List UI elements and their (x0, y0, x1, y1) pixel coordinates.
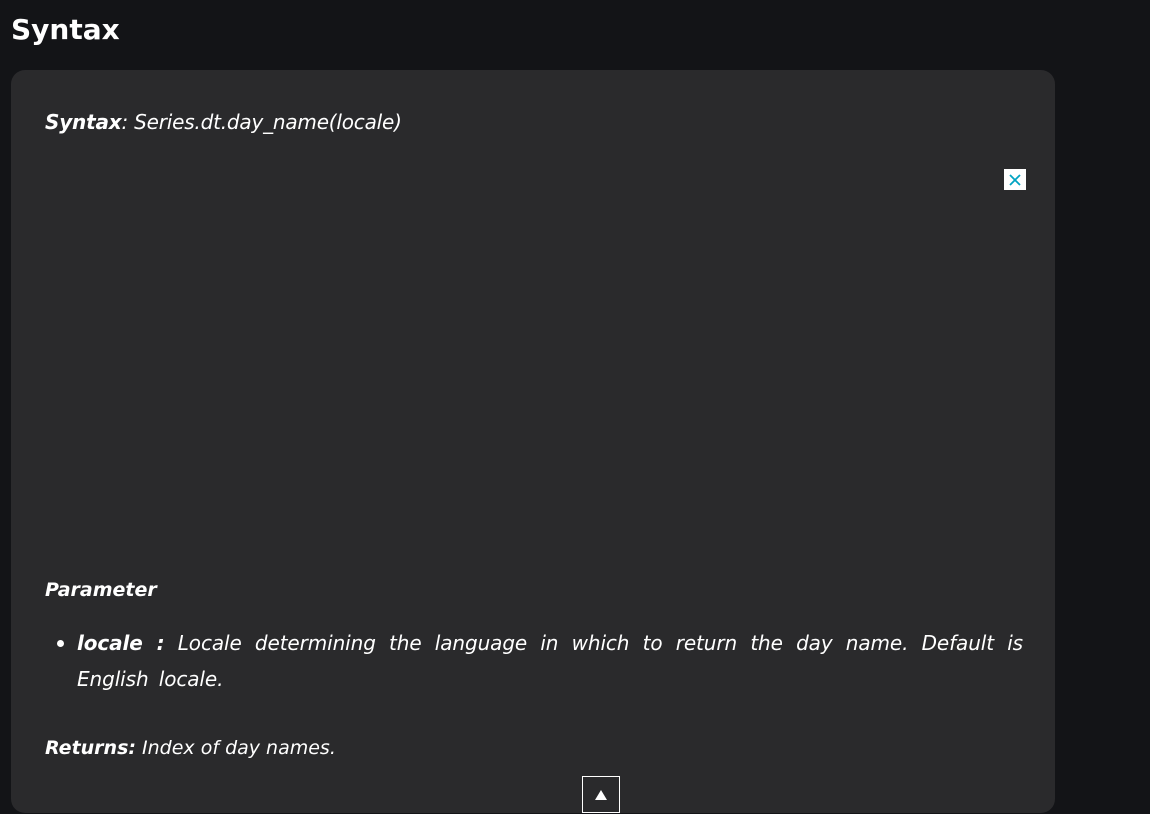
parameter-list: locale : Locale determining the language… (45, 625, 1023, 697)
returns-line: Returns: Index of day names. (45, 734, 336, 762)
returns-label: Returns: (45, 737, 136, 759)
bullet-icon (57, 640, 64, 647)
parameter-description: Locale determining the language in which… (77, 631, 1023, 691)
parameter-heading: Parameter (45, 579, 157, 601)
triangle-up-icon (595, 789, 607, 800)
ad-close-button[interactable] (1004, 169, 1026, 190)
scroll-to-top-button[interactable] (582, 776, 620, 813)
ad-slot (45, 160, 1021, 560)
parameter-name: locale : (77, 631, 165, 655)
syntax-label: Syntax (45, 110, 122, 134)
returns-value: Index of day names. (142, 737, 336, 759)
syntax-value: : Series.dt.day_name(locale) (121, 110, 402, 134)
page-heading: Syntax (11, 13, 120, 46)
close-x-icon (1009, 173, 1021, 186)
content-card: Syntax: Series.dt.day_name(locale) Param… (11, 70, 1055, 813)
list-item: locale : Locale determining the language… (45, 625, 1023, 697)
syntax-line: Syntax: Series.dt.day_name(locale) (45, 108, 402, 136)
